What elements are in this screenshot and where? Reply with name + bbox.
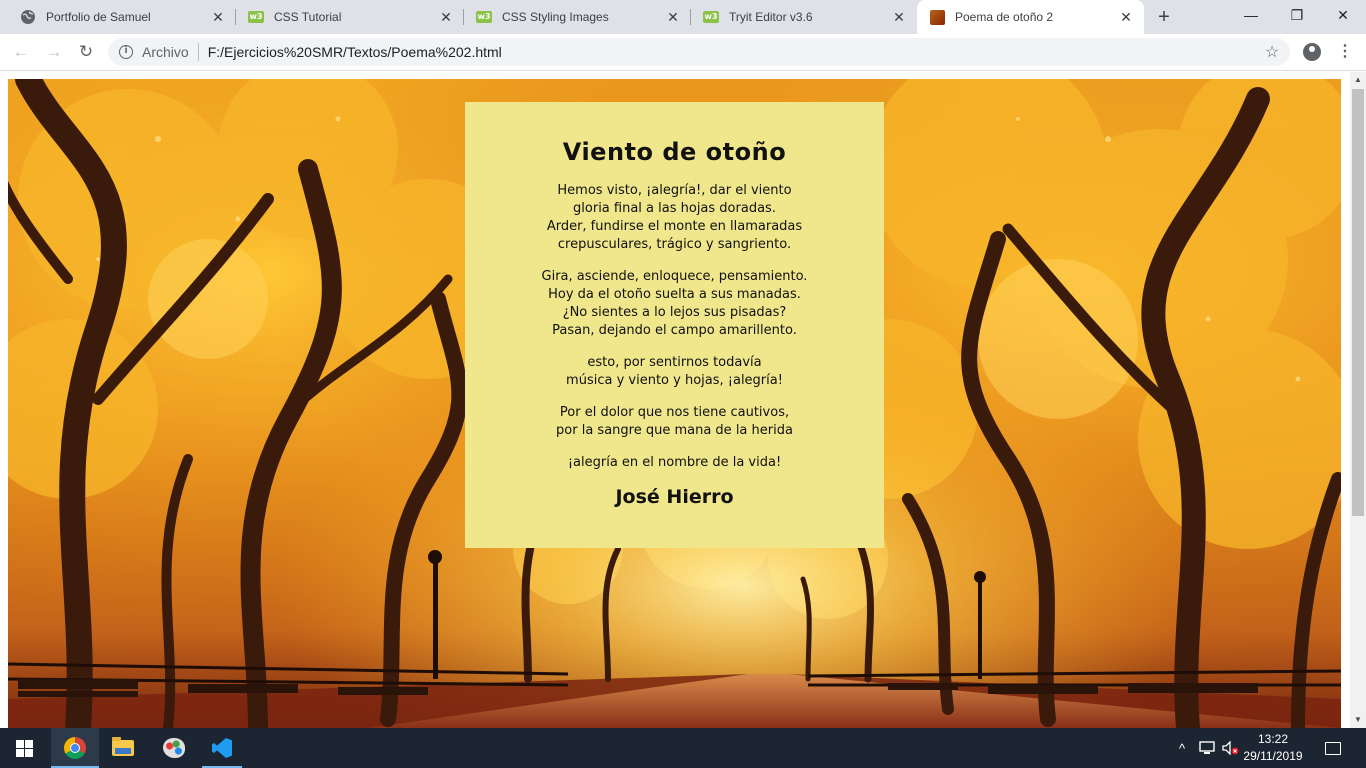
poem-stanza: ¡alegría en el nombre de la vida!: [465, 454, 884, 472]
tab-css-tutorial[interactable]: w3 CSS Tutorial ✕: [236, 0, 464, 34]
close-tab-icon[interactable]: ✕: [665, 9, 681, 25]
poem-stanza: Por el dolor que nos tiene cautivos, por…: [465, 404, 884, 440]
url-text[interactable]: F:/Ejercicios%20SMR/Textos/Poema%202.htm…: [208, 44, 1262, 60]
poem-line: Por el dolor que nos tiene cautivos,: [559, 405, 790, 420]
tab-title: Tryit Editor v3.6: [729, 10, 813, 24]
taskbar-paint[interactable]: [150, 728, 198, 768]
w3schools-icon: w3: [703, 9, 719, 25]
w3schools-icon: w3: [248, 9, 264, 25]
windows-taskbar: ^ 13:22 29/11/2019: [0, 728, 1366, 768]
maximize-button[interactable]: ❐: [1274, 0, 1320, 30]
w3schools-logo: w3: [703, 11, 719, 23]
bookmark-star-icon[interactable]: ☆: [1262, 42, 1282, 62]
tab-title: CSS Tutorial: [274, 10, 342, 24]
page-viewport: Viento de otoño Hemos visto, ¡alegría!, …: [0, 72, 1350, 728]
address-divider: [197, 43, 199, 61]
w3schools-icon: w3: [476, 9, 492, 25]
address-bar[interactable]: i Archivo F:/Ejercicios%20SMR/Textos/Poe…: [108, 38, 1290, 66]
close-tab-icon[interactable]: ✕: [1118, 9, 1134, 25]
clock-time: 13:22: [1257, 732, 1289, 746]
tab-strip: Portfolio de Samuel ✕ w3 CSS Tutorial ✕ …: [0, 0, 1366, 34]
start-button[interactable]: [0, 728, 48, 768]
scrollbar-thumb[interactable]: [1352, 89, 1364, 516]
w3schools-logo: w3: [476, 11, 492, 23]
chrome-icon: [64, 737, 86, 759]
poem-line: crepusculares, trágico y sangriento.: [557, 237, 792, 252]
close-tab-icon[interactable]: ✕: [210, 9, 226, 25]
close-tab-icon[interactable]: ✕: [891, 9, 907, 25]
poem-line: ¿No sientes a lo lejos sus pisadas?: [562, 305, 787, 320]
scheme-label: Archivo: [142, 44, 189, 60]
clock-date: 29/11/2019: [1243, 749, 1303, 763]
system-clock[interactable]: 13:22 29/11/2019: [1240, 731, 1306, 765]
profile-button[interactable]: [1300, 40, 1324, 64]
poem-stanza: Gira, asciende, enloquece, pensamiento. …: [465, 268, 884, 340]
poem-stanza: Hemos visto, ¡alegría!, dar el viento gl…: [465, 182, 884, 254]
folder-icon: [112, 737, 134, 756]
close-window-button[interactable]: ✕: [1320, 0, 1366, 30]
scroll-up-arrow-icon[interactable]: ▲: [1350, 72, 1366, 88]
volume-muted-icon[interactable]: [1220, 728, 1242, 768]
poem-title: Viento de otoño: [562, 138, 787, 166]
action-center-button[interactable]: [1318, 728, 1348, 768]
tab-title: CSS Styling Images: [502, 10, 609, 24]
scroll-down-arrow-icon[interactable]: ▼: [1350, 712, 1366, 728]
taskbar-file-explorer[interactable]: [99, 728, 147, 768]
tab-title: Portfolio de Samuel: [46, 10, 151, 24]
reload-button[interactable]: ↻: [74, 40, 98, 64]
poem-line: Arder, fundirse el monte en llamaradas: [546, 219, 803, 234]
poem-card: Viento de otoño Hemos visto, ¡alegría!, …: [465, 102, 884, 548]
poem-line: esto, por sentirnos todavía: [587, 355, 762, 370]
browser-toolbar: ← → ↻ i Archivo F:/Ejercicios%20SMR/Text…: [0, 34, 1366, 71]
new-tab-button[interactable]: +: [1152, 5, 1176, 29]
tab-title: Poema de otoño 2: [955, 10, 1054, 24]
taskbar-chrome[interactable]: [51, 728, 99, 768]
avatar-icon: [1303, 43, 1321, 61]
minimize-button[interactable]: —: [1228, 0, 1274, 30]
tab-tryit-editor[interactable]: w3 Tryit Editor v3.6 ✕: [691, 0, 917, 34]
poem-line: Hemos visto, ¡alegría!, dar el viento: [557, 183, 792, 198]
poem-line: Gira, asciende, enloquece, pensamiento.: [541, 269, 808, 284]
poem-line: Hoy da el otoño suelta a sus manadas.: [548, 287, 801, 302]
back-button[interactable]: ←: [9, 40, 33, 64]
vscode-icon: [212, 738, 232, 758]
poem-author: José Hierro: [615, 486, 734, 508]
close-tab-icon[interactable]: ✕: [438, 9, 454, 25]
taskbar-vscode[interactable]: [198, 728, 246, 768]
paint-palette-icon: [163, 738, 185, 758]
poem-line: gloria final a las hojas doradas.: [573, 201, 776, 216]
image-icon: [929, 9, 945, 25]
network-icon[interactable]: [1196, 728, 1218, 768]
tray-chevron-icon[interactable]: ^: [1172, 728, 1192, 768]
poem-line: música y viento y hojas, ¡alegría!: [566, 373, 783, 388]
tab-css-styling-images[interactable]: w3 CSS Styling Images ✕: [464, 0, 691, 34]
poem-line: ¡alegría en el nombre de la vida!: [567, 455, 782, 470]
tab-poema-otono[interactable]: Poema de otoño 2 ✕: [917, 0, 1144, 34]
menu-button[interactable]: ⋮: [1333, 40, 1357, 64]
vertical-scrollbar[interactable]: ▲ ▼: [1350, 72, 1366, 728]
tab-portfolio[interactable]: Portfolio de Samuel ✕: [8, 0, 236, 34]
windows-logo-icon: [15, 739, 33, 757]
w3schools-logo: w3: [248, 11, 264, 23]
forward-button[interactable]: →: [42, 40, 66, 64]
poem-line: Pasan, dejando el campo amarillento.: [552, 323, 797, 338]
poem-line: por la sangre que mana de la herida: [556, 423, 793, 438]
poem-stanza: esto, por sentirnos todavía música y vie…: [465, 354, 884, 390]
site-info-icon[interactable]: i: [119, 45, 133, 59]
globe-icon: [20, 9, 36, 25]
notification-icon: [1325, 741, 1341, 755]
